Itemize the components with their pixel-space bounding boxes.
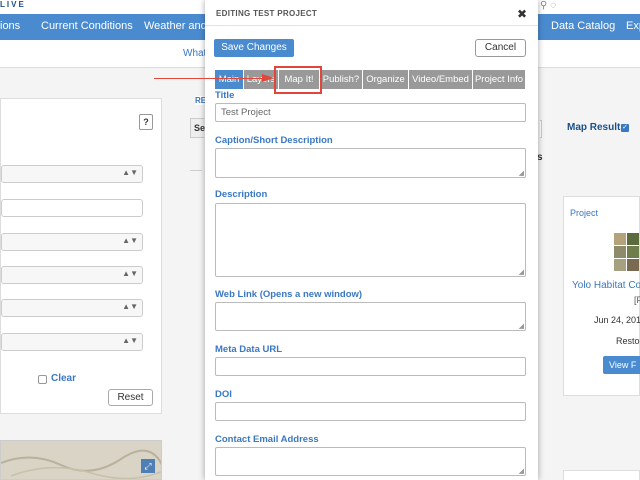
subnav-item-what[interactable]: What — [183, 48, 206, 59]
metadata-url-field[interactable] — [215, 357, 526, 376]
map-results-checkbox[interactable]: ✓ — [621, 124, 629, 132]
updown-icon: ▲▼ — [122, 269, 138, 278]
filter-panel: ? ▲▼ ▲▼ ▲▼ ▲▼ ▲▼ Clear Reset — [0, 98, 162, 414]
resize-grip-icon[interactable]: ◢ — [519, 269, 524, 276]
updown-icon: ▲▼ — [122, 236, 138, 245]
nav-item-ions[interactable]: ions — [0, 20, 20, 32]
help-button[interactable]: ? — [139, 114, 153, 130]
project-thumbnails[interactable] — [614, 233, 640, 273]
description-textarea[interactable]: ◢ — [215, 203, 526, 277]
resize-grip-icon[interactable]: ◢ — [519, 170, 524, 177]
project-bracket: [F — [634, 295, 640, 305]
tab-video-embed[interactable]: Video/Embed — [409, 70, 473, 89]
cancel-button[interactable]: Cancel — [475, 39, 526, 57]
caption-textarea[interactable]: ◢ — [215, 148, 526, 178]
search-input-edge — [540, 120, 542, 138]
save-changes-button[interactable]: Save Changes — [214, 39, 294, 57]
search-icon[interactable]: ⚲ ◌ — [540, 0, 570, 11]
filter-select-1[interactable]: ▲▼ — [1, 165, 143, 183]
email-label: Contact Email Address — [215, 434, 319, 445]
caption-label: Caption/Short Description — [215, 135, 333, 146]
doi-field[interactable] — [215, 402, 526, 421]
thumb — [627, 246, 639, 258]
project-type-label: Project — [570, 208, 599, 218]
tab-project-info[interactable]: Project Info — [473, 70, 526, 89]
title-label: Title — [215, 90, 235, 101]
project-card-2 — [563, 470, 640, 480]
expand-icon[interactable]: ⤢ — [141, 459, 155, 473]
resize-grip-icon[interactable]: ◢ — [519, 468, 524, 475]
metadata-label: Meta Data URL — [215, 344, 283, 355]
clear-link[interactable]: Clear — [51, 373, 76, 384]
description-label: Description — [215, 189, 268, 200]
annotation-arrow-line — [154, 78, 264, 79]
filter-input[interactable] — [1, 199, 143, 217]
annotation-highlight-box — [274, 66, 322, 94]
modal-divider — [205, 25, 538, 26]
updown-icon: ▲▼ — [122, 168, 138, 177]
filter-select-2[interactable]: ▲▼ — [1, 233, 143, 251]
updown-icon: ▲▼ — [122, 336, 138, 345]
thumb — [627, 233, 639, 245]
close-icon[interactable]: ✖ — [517, 7, 527, 21]
project-title-link[interactable]: Yolo Habitat Co — [572, 280, 640, 291]
map-results-label: Map Results — [567, 122, 626, 133]
map-terrain — [1, 449, 161, 479]
project-card: Project Yolo Habitat Co [F Jun 24, 201 R… — [563, 196, 640, 396]
view-project-button[interactable]: View F — [603, 356, 640, 374]
tab-organize[interactable]: Organize — [363, 70, 409, 89]
project-date: Jun 24, 201 — [594, 315, 640, 325]
divider — [190, 170, 202, 171]
clear-checkbox[interactable] — [38, 375, 47, 384]
filter-select-5[interactable]: ▲▼ — [1, 333, 143, 351]
filter-select-3[interactable]: ▲▼ — [1, 266, 143, 284]
doi-label: DOI — [215, 389, 232, 400]
thumb — [614, 246, 626, 258]
annotation-arrow-head — [262, 74, 274, 82]
title-field[interactable] — [215, 103, 526, 122]
map-thumbnail[interactable]: ⤢ — [0, 440, 162, 480]
reset-button[interactable]: Reset — [108, 389, 153, 406]
site-logo: LIVE — [0, 0, 26, 9]
nav-item-data-catalog[interactable]: Data Catalog — [551, 20, 615, 32]
project-category: Restor — [616, 336, 640, 346]
nav-item-explore[interactable]: Exp — [626, 20, 640, 32]
thumb — [614, 233, 626, 245]
tab-publish[interactable]: Publish? — [320, 70, 363, 89]
modal-title: EDITING TEST PROJECT — [216, 9, 318, 18]
tab-main[interactable]: Main — [215, 70, 244, 89]
sort-select-fragment[interactable]: Se — [190, 118, 205, 138]
filter-select-4[interactable]: ▲▼ — [1, 299, 143, 317]
resize-grip-icon[interactable]: ◢ — [519, 323, 524, 330]
email-textarea[interactable]: ◢ — [215, 447, 526, 476]
nav-item-current-conditions[interactable]: Current Conditions — [41, 20, 133, 32]
edit-project-modal: EDITING TEST PROJECT ✖ Save Changes Canc… — [205, 0, 538, 480]
weblink-label: Web Link (Opens a new window) — [215, 289, 363, 300]
thumb — [627, 259, 639, 271]
weblink-textarea[interactable]: ◢ — [215, 302, 526, 331]
thumb — [614, 259, 626, 271]
updown-icon: ▲▼ — [122, 302, 138, 311]
